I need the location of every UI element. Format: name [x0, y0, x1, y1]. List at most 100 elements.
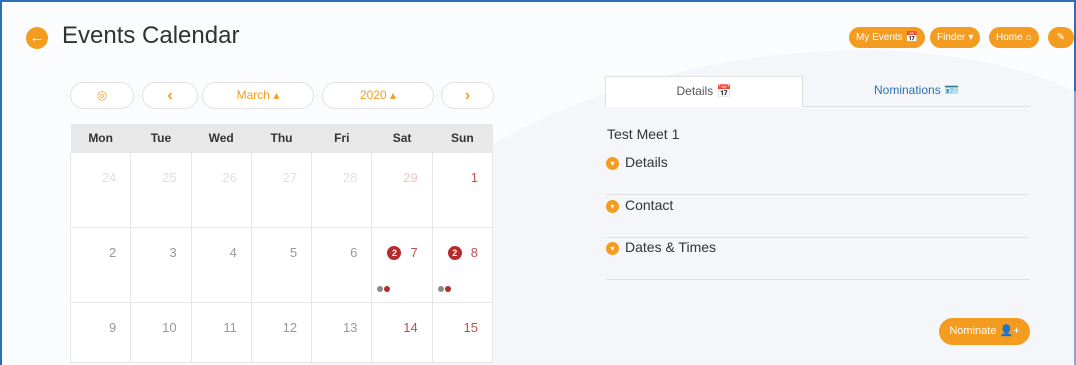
event-dot[interactable]: [437, 285, 444, 292]
month-select[interactable]: March ▴: [202, 82, 314, 109]
year-select[interactable]: 2020 ▴: [322, 82, 434, 109]
week-row: 24 25 26 27 28 29 1: [69, 151, 494, 228]
day-number: 11: [223, 319, 237, 335]
clock-icon: ◎: [96, 88, 108, 102]
day-number: 26: [222, 169, 237, 185]
day-number: 10: [162, 319, 177, 335]
tab-details[interactable]: Details 📅: [605, 76, 803, 107]
day-cell[interactable]: 3: [130, 226, 192, 303]
tag-button[interactable]: ✎: [1048, 27, 1074, 48]
day-cell[interactable]: 12: [250, 301, 313, 363]
day-cell[interactable]: 15: [431, 301, 494, 363]
section-label: Dates & Times: [625, 239, 717, 255]
id-card-icon: 🪪: [944, 83, 959, 97]
weekday-sun: Sun: [432, 124, 493, 152]
day-number: 24: [101, 169, 117, 185]
day-number: 9: [109, 319, 117, 335]
day-cell[interactable]: 24: [69, 151, 132, 228]
my-events-button[interactable]: My Events 📅: [849, 27, 926, 48]
weekday-thu: Thu: [251, 124, 312, 152]
week-row: 9 10 11 12 13 14 15: [69, 301, 494, 363]
day-cell-with-events[interactable]: 27: [371, 226, 433, 303]
section-dates-times[interactable]: ▾ Dates & Times: [606, 237, 1030, 280]
day-number: 25: [162, 169, 177, 185]
home-button[interactable]: Home ⌂: [989, 27, 1039, 48]
day-cell[interactable]: 13: [311, 301, 373, 363]
chevron-left-icon: ‹: [167, 87, 173, 104]
event-dots: [437, 280, 452, 295]
home-label: Home: [996, 32, 1023, 43]
day-number: 8: [470, 244, 478, 260]
day-cell[interactable]: 9: [69, 301, 132, 363]
day-cell[interactable]: 25: [130, 151, 192, 228]
day-number: 4: [229, 244, 237, 260]
home-icon: ⌂: [1025, 32, 1032, 43]
day-cell[interactable]: 5: [250, 226, 313, 303]
meet-name: Test Meet 1: [607, 126, 680, 142]
finder-button[interactable]: Finder ▾: [930, 27, 981, 48]
tag-icon: ✎: [1056, 32, 1066, 43]
tab-nominations[interactable]: Nominations 🪪: [803, 76, 1030, 107]
header: ← Events Calendar My Events 📅 Finder ▾ Hom…: [2, 2, 1074, 72]
day-number: 14: [403, 319, 418, 335]
page-title: Events Calendar: [62, 22, 240, 49]
day-cell[interactable]: 1: [431, 151, 494, 228]
day-cell-with-events[interactable]: 28: [431, 226, 494, 303]
calendar-icon: 📅: [716, 84, 732, 98]
app-frame: ← Events Calendar My Events 📅 Finder ▾ Hom…: [0, 0, 1076, 365]
event-dot[interactable]: [384, 285, 391, 292]
section-contact[interactable]: ▾ Contact: [606, 195, 1030, 238]
weekday-sat: Sat: [371, 124, 433, 152]
chevron-right-icon: ›: [464, 87, 471, 104]
section-label: Contact: [625, 197, 674, 213]
tab-nominations-label: Nominations: [874, 83, 941, 97]
week-row: 2 3 4 5 6 27 28: [69, 226, 494, 303]
chevron-down-icon: ▾: [606, 200, 619, 213]
chevron-down-icon: ▾: [606, 242, 619, 255]
calendar-icon: 📅: [905, 32, 919, 43]
day-cell[interactable]: 10: [130, 301, 192, 363]
event-count-badge[interactable]: 2: [447, 245, 462, 260]
day-number: 6: [350, 244, 358, 260]
day-cell[interactable]: 14: [371, 301, 433, 363]
weekday-mon: Mon: [70, 124, 131, 152]
my-events-label: My Events: [856, 32, 903, 43]
nominate-label: Nominate: [949, 325, 997, 337]
back-arrow-icon[interactable]: ←: [26, 27, 48, 49]
day-cell[interactable]: 29: [371, 151, 433, 228]
day-cell[interactable]: 28: [311, 151, 373, 228]
month-calendar: Mon Tue Wed Thu Fri Sat Sun 24 25 26 27 …: [69, 124, 494, 363]
weekday-wed: Wed: [191, 124, 252, 152]
day-number: 2: [109, 244, 117, 260]
day-cell[interactable]: 4: [190, 226, 252, 303]
day-number: 12: [282, 319, 298, 335]
day-number: 27: [282, 169, 298, 185]
day-cell[interactable]: 2: [69, 226, 132, 303]
event-dot[interactable]: [377, 285, 384, 292]
day-number: 15: [463, 319, 478, 335]
map-pin-icon: ▾: [968, 32, 974, 43]
day-number: 7: [410, 244, 418, 260]
section-details[interactable]: ▾ Details: [606, 152, 1030, 195]
tab-details-label: Details: [676, 84, 714, 98]
event-dots: [377, 280, 391, 295]
nominate-button[interactable]: Nominate 👤+: [939, 318, 1030, 345]
add-user-icon: 👤+: [999, 325, 1020, 337]
detail-tabs: Details 📅 Nominations 🪪: [605, 76, 1030, 107]
weekday-tue: Tue: [130, 124, 192, 152]
event-dot[interactable]: [444, 285, 451, 292]
day-cell[interactable]: 11: [190, 301, 252, 363]
weekday-header-row: Mon Tue Wed Thu Fri Sat Sun: [70, 124, 493, 152]
day-number: 1: [470, 169, 478, 185]
day-cell[interactable]: 27: [250, 151, 313, 228]
day-number: 5: [289, 244, 298, 260]
prev-month-button[interactable]: ‹: [142, 82, 198, 109]
today-button[interactable]: ◎: [70, 82, 134, 109]
weekday-fri: Fri: [311, 124, 372, 152]
event-count-badge[interactable]: 2: [387, 245, 402, 260]
day-number: 13: [342, 319, 358, 335]
day-cell[interactable]: 26: [190, 151, 252, 228]
day-cell[interactable]: 6: [311, 226, 373, 303]
finder-label: Finder: [937, 32, 966, 43]
next-month-button[interactable]: ›: [441, 82, 494, 109]
